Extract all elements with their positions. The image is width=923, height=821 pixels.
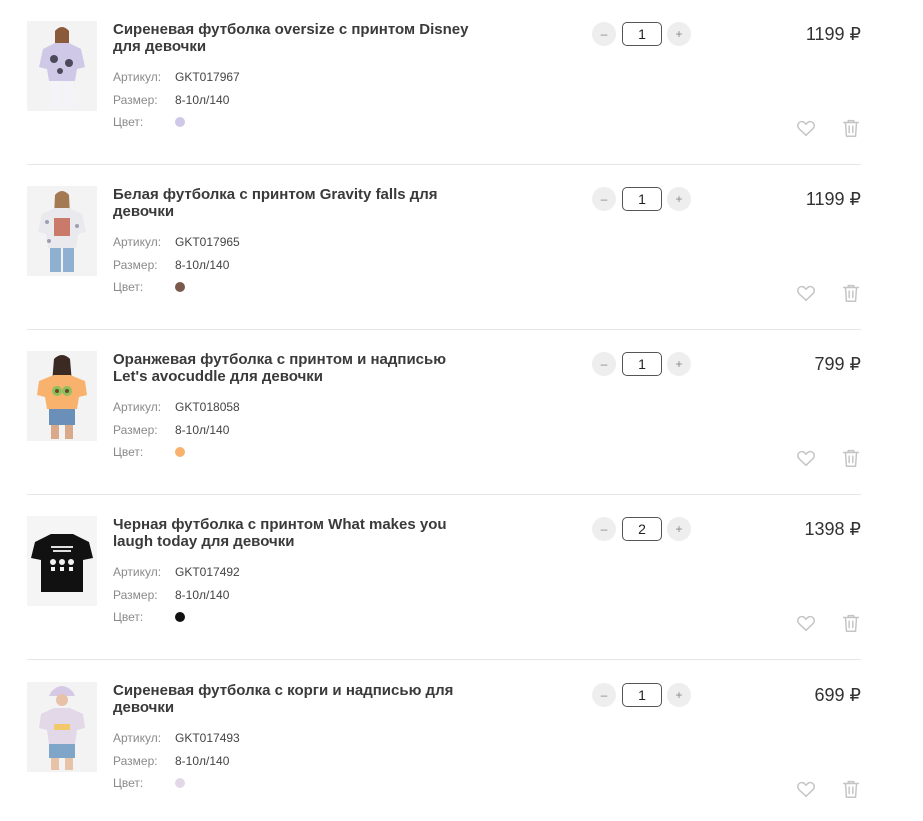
quantity-input[interactable]: 1 [622, 187, 662, 211]
quantity-stepper: – 1 + [592, 683, 692, 707]
cart-item: Оранжевая футболка с принтом и надписью … [27, 330, 861, 495]
product-title[interactable]: Белая футболка с принтом Gravity falls д… [113, 186, 473, 220]
increase-quantity-button[interactable]: + [667, 683, 691, 707]
sku-value: GKT017967 [175, 70, 240, 84]
size-label: Размер: [113, 587, 158, 602]
quantity-input[interactable]: 1 [622, 683, 662, 707]
item-price: 699 ₽ [814, 685, 862, 705]
quantity-input[interactable]: 1 [622, 22, 662, 46]
size-value: 8-10л/140 [175, 587, 230, 602]
heart-icon[interactable] [795, 778, 817, 800]
trash-icon[interactable] [840, 282, 862, 304]
item-price: 1199 ₽ [805, 189, 861, 209]
item-price: 1199 ₽ [805, 24, 861, 44]
quantity-input[interactable]: 1 [622, 352, 662, 376]
quantity-stepper: – 1 + [592, 352, 692, 376]
cart-item: Сиреневая футболка oversize с принтом Di… [27, 0, 861, 165]
sku-value: GKT018058 [175, 400, 240, 414]
heart-icon[interactable] [795, 447, 817, 469]
increase-quantity-button[interactable]: + [667, 187, 691, 211]
sku-label: Артикул: [113, 235, 162, 249]
size-label: Размер: [113, 422, 158, 437]
product-title[interactable]: Сиреневая футболка с корги и надписью дл… [113, 682, 473, 716]
product-image[interactable] [27, 351, 97, 441]
cart-item: Сиреневая футболка с корги и надписью дл… [27, 661, 861, 821]
color-label: Цвет: [113, 445, 144, 459]
size-label: Размер: [113, 753, 158, 768]
size-value: 8-10л/140 [175, 92, 230, 107]
quantity-stepper: – 1 + [592, 22, 692, 46]
color-label: Цвет: [113, 115, 144, 129]
cart-item: Черная футболка с принтом What makes you… [27, 495, 861, 660]
product-title[interactable]: Сиреневая футболка oversize с принтом Di… [113, 21, 473, 55]
color-swatch [175, 612, 185, 622]
trash-icon[interactable] [840, 447, 862, 469]
color-label: Цвет: [113, 776, 144, 790]
size-value: 8-10л/140 [175, 257, 230, 272]
quantity-stepper: – 1 + [592, 187, 692, 211]
item-price: 1398 ₽ [804, 519, 862, 539]
sku-label: Артикул: [113, 565, 162, 579]
size-value: 8-10л/140 [175, 753, 230, 768]
color-swatch [175, 117, 185, 127]
color-swatch [175, 282, 185, 292]
sku-label: Артикул: [113, 731, 162, 745]
quantity-input[interactable]: 2 [622, 517, 662, 541]
trash-icon[interactable] [840, 778, 862, 800]
size-label: Размер: [113, 92, 158, 107]
decrease-quantity-button[interactable]: – [592, 22, 616, 46]
cart-item: Белая футболка с принтом Gravity falls д… [27, 165, 861, 330]
color-label: Цвет: [113, 610, 144, 624]
product-image[interactable] [27, 516, 97, 606]
color-swatch [175, 778, 185, 788]
quantity-stepper: – 2 + [592, 517, 692, 541]
decrease-quantity-button[interactable]: – [592, 352, 616, 376]
color-label: Цвет: [113, 280, 144, 294]
heart-icon[interactable] [795, 612, 817, 634]
sku-label: Артикул: [113, 400, 162, 414]
heart-icon[interactable] [795, 282, 817, 304]
product-title[interactable]: Оранжевая футболка с принтом и надписью … [113, 351, 473, 385]
decrease-quantity-button[interactable]: – [592, 187, 616, 211]
sku-label: Артикул: [113, 70, 162, 84]
sku-value: GKT017965 [175, 235, 240, 249]
increase-quantity-button[interactable]: + [667, 352, 691, 376]
product-image[interactable] [27, 21, 97, 111]
item-price: 799 ₽ [814, 354, 862, 374]
trash-icon[interactable] [840, 117, 862, 139]
product-image[interactable] [27, 186, 97, 276]
decrease-quantity-button[interactable]: – [592, 683, 616, 707]
decrease-quantity-button[interactable]: – [592, 517, 616, 541]
sku-value: GKT017493 [175, 731, 240, 745]
color-swatch [175, 447, 185, 457]
heart-icon[interactable] [795, 117, 817, 139]
increase-quantity-button[interactable]: + [667, 517, 691, 541]
product-image[interactable] [27, 682, 97, 772]
sku-value: GKT017492 [175, 565, 240, 579]
size-value: 8-10л/140 [175, 422, 230, 437]
trash-icon[interactable] [840, 612, 862, 634]
product-title[interactable]: Черная футболка с принтом What makes you… [113, 516, 473, 550]
size-label: Размер: [113, 257, 158, 272]
increase-quantity-button[interactable]: + [667, 22, 691, 46]
